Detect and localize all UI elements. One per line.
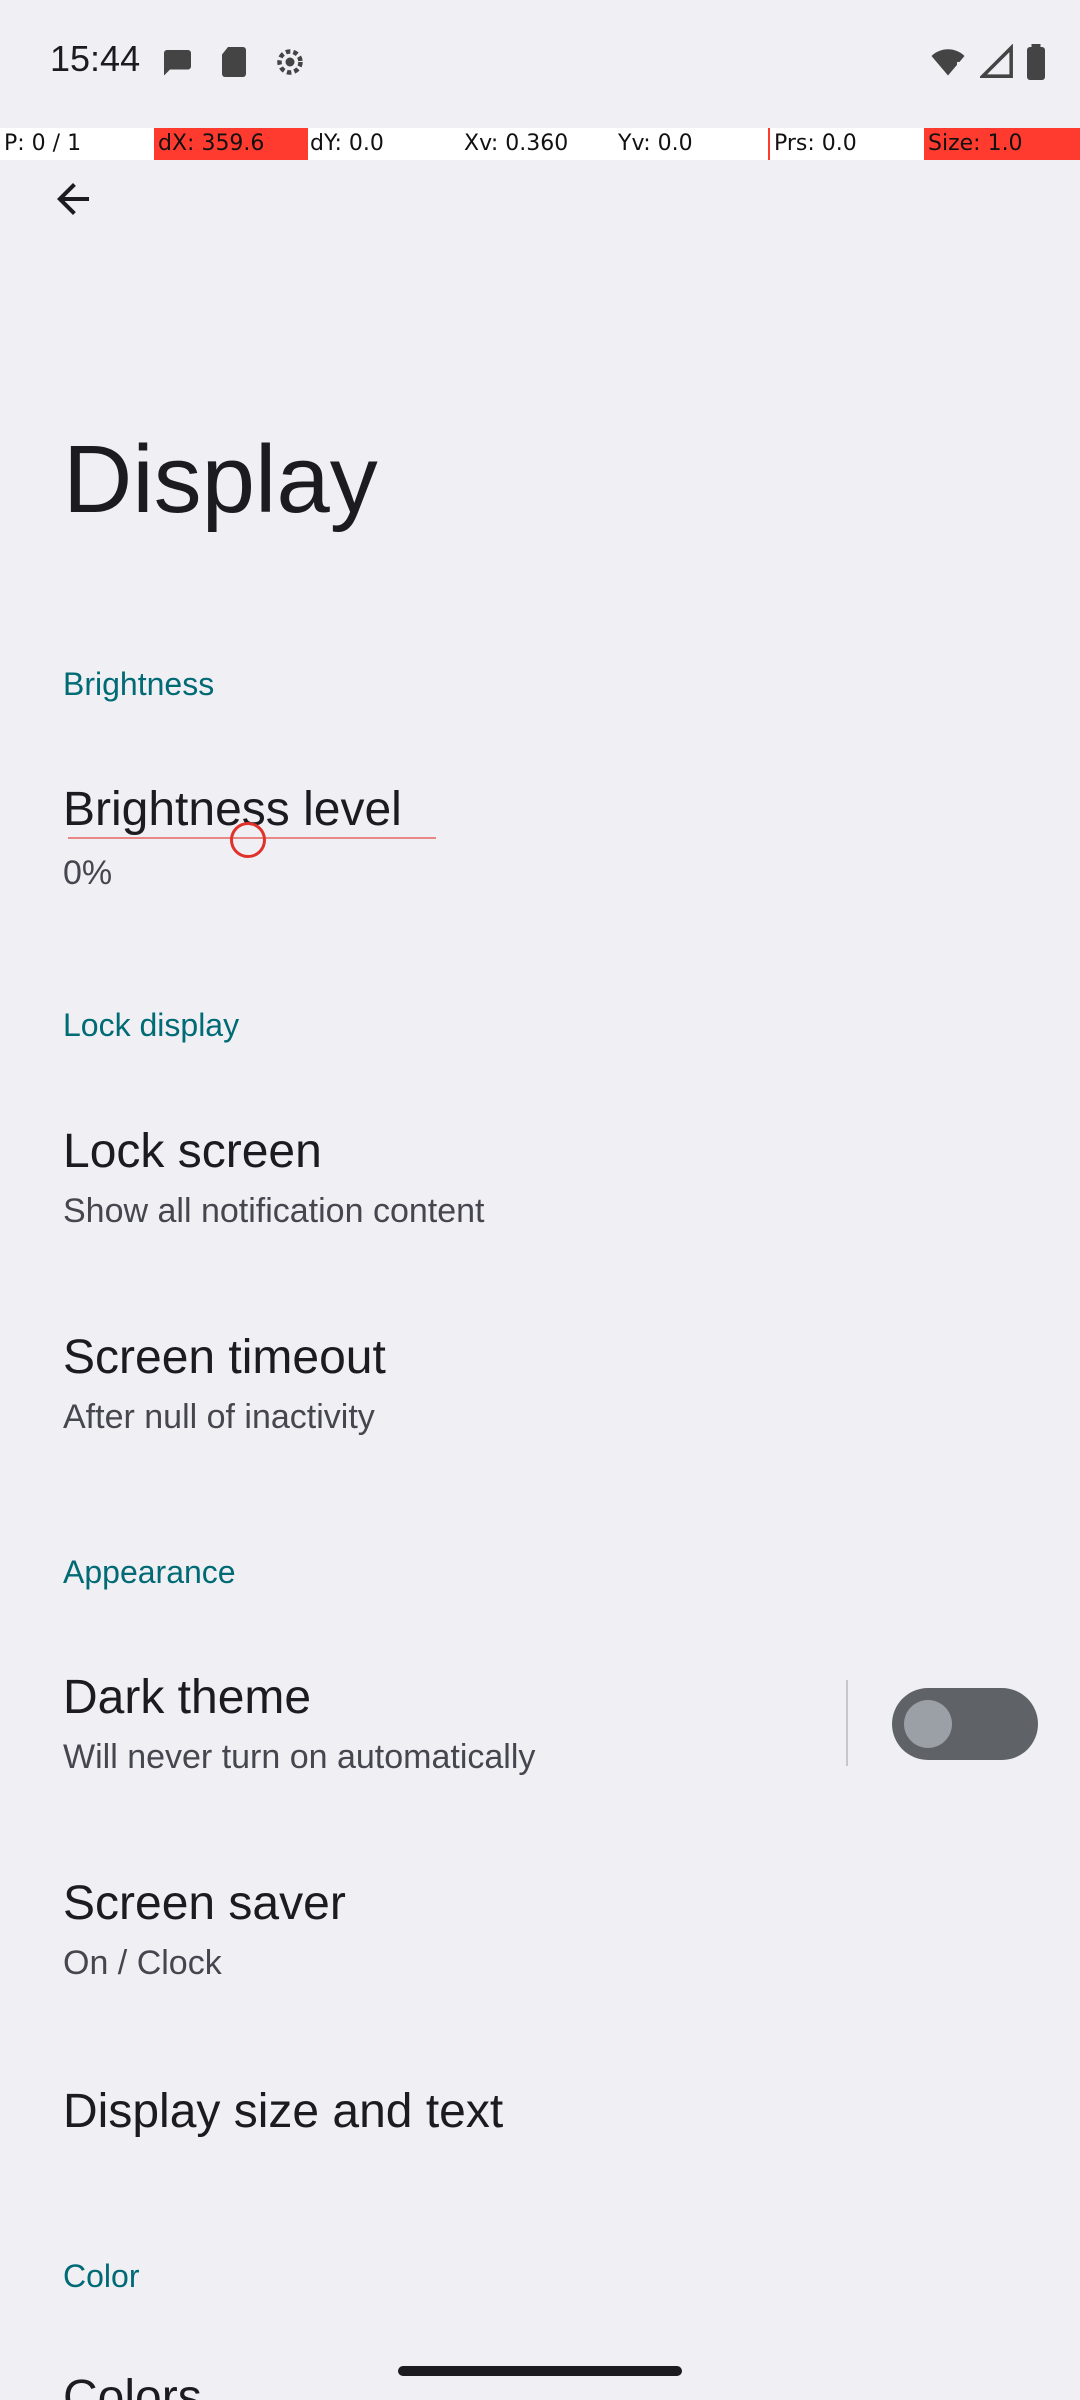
touch-indicator (230, 822, 266, 858)
screen-timeout-item[interactable]: Screen timeout After null of inactivity (0, 1306, 1080, 1476)
lock-screen-subtitle: Show all notification content (63, 1192, 485, 1230)
section-header-color: Color (63, 2258, 140, 2294)
signal-icon (980, 44, 1013, 78)
display-size-title: Display size and text (63, 2085, 504, 2138)
sd-card-icon (222, 47, 246, 77)
debug-pointer: P: 0 / 1 (4, 131, 82, 156)
section-header-brightness: Brightness (63, 666, 215, 702)
section-header-appearance: Appearance (63, 1554, 236, 1590)
dark-theme-title: Dark theme (63, 1671, 312, 1724)
status-bar: 15:44 (0, 0, 1080, 128)
debug-xv: Xv: 0.360 (464, 131, 569, 156)
lock-screen-title: Lock screen (63, 1125, 322, 1178)
chat-bubble-icon (164, 50, 191, 76)
status-time: 15:44 (50, 38, 141, 79)
battery-icon (1027, 44, 1045, 80)
dark-theme-toggle[interactable] (892, 1688, 1038, 1760)
display-size-item[interactable]: Display size and text (0, 2060, 1080, 2200)
section-header-lock-display: Lock display (63, 1007, 240, 1043)
debug-dx: dX: 359.6 (154, 128, 308, 160)
debug-size: Size: 1.0 (924, 128, 1080, 160)
brightness-level-value: 0% (63, 854, 113, 892)
screen-saver-subtitle: On / Clock (63, 1944, 222, 1982)
settings-gear-icon (277, 49, 303, 75)
lock-screen-item[interactable]: Lock screen Show all notification conten… (0, 1100, 1080, 1270)
arrow-back-icon (57, 183, 89, 215)
colors-title: Colors (63, 2371, 202, 2400)
pointer-debug-overlay: P: 0 / 1 dX: 359.6 dY: 0.0 Xv: 0.360 Yv:… (0, 128, 1080, 160)
debug-dy: dY: 0.0 (310, 131, 384, 156)
back-button[interactable] (36, 162, 110, 236)
toggle-divider (846, 1680, 848, 1766)
screen-saver-title: Screen saver (63, 1877, 346, 1930)
screen-timeout-subtitle: After null of inactivity (63, 1398, 375, 1436)
screen-timeout-title: Screen timeout (63, 1331, 386, 1384)
debug-pressure: Prs: 0.0 (768, 128, 924, 160)
dark-theme-subtitle: Will never turn on automatically (63, 1738, 536, 1776)
screen-saver-item[interactable]: Screen saver On / Clock (0, 1852, 1080, 2022)
debug-yv: Yv: 0.0 (618, 131, 693, 156)
wifi-alert-icon (931, 49, 965, 76)
brightness-level-item[interactable]: Brightness level 0% (0, 760, 1080, 930)
page-title: Display (63, 426, 378, 533)
toggle-knob (904, 1700, 952, 1748)
gesture-nav-handle[interactable] (398, 2366, 682, 2376)
